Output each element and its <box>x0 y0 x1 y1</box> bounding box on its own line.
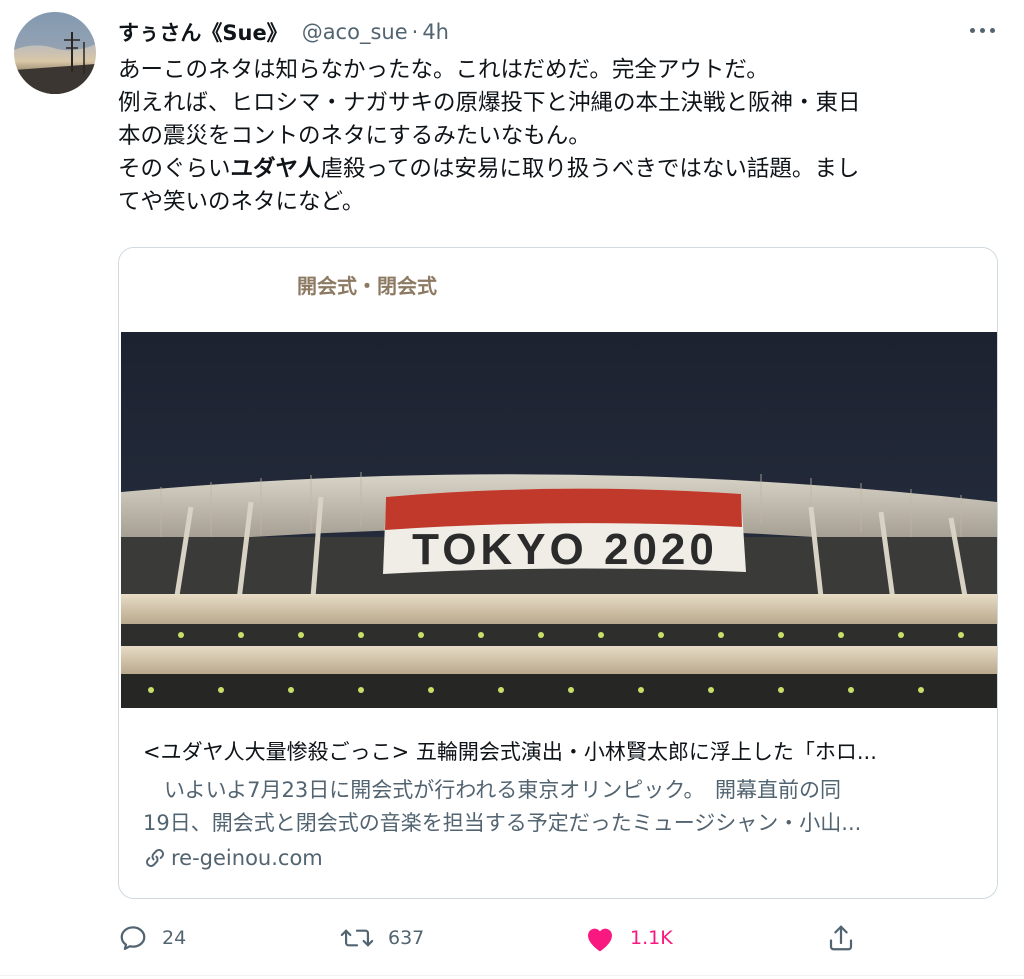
retweet-icon <box>340 929 374 947</box>
divider <box>0 975 1024 976</box>
avatar[interactable] <box>14 12 96 94</box>
card-title: <ユダヤ人大量惨殺ごっこ> 五輪開会式演出・小林賢太郎に浮上した「ホロ... <box>143 740 877 764</box>
like-button[interactable]: 1.1K <box>584 918 673 958</box>
more-icon[interactable] <box>966 24 1000 38</box>
retweet-button[interactable]: 637 <box>340 918 424 958</box>
reply-icon <box>120 926 146 950</box>
action-bar: 24 637 1.1K <box>118 918 878 958</box>
timestamp[interactable]: 4h <box>422 20 449 44</box>
card-description-line: いよいよ7月23日に開会式が行われる東京オリンピック。 開幕直前の同 <box>143 778 842 802</box>
like-icon <box>588 928 612 952</box>
share-icon <box>829 925 853 951</box>
user-handle[interactable]: @aco_sue <box>302 20 408 44</box>
card-domain: re-geinou.com <box>143 846 323 870</box>
tweet-text-bold: ユダヤ人 <box>230 156 321 182</box>
tweet-header: すぅさん《Sue》 @aco_sue · 4h <box>118 16 449 48</box>
card-image: TOKYO 2020 <box>121 332 997 708</box>
card-category: 開会式・閉会式 <box>297 274 437 298</box>
tweet-line: あーこのネタは知らなかったな。これはだめだ。完全アウトだ。 <box>118 57 769 83</box>
separator: · <box>411 20 419 44</box>
link-icon <box>146 849 164 867</box>
banner-text: TOKYO 2020 <box>412 525 718 574</box>
reply-button[interactable]: 24 <box>118 918 186 958</box>
tweet-text-segment: 虐殺ってのは安易に取り扱うべきではない話題。まし <box>320 156 860 182</box>
display-name[interactable]: すぅさん《Sue》 <box>118 17 288 47</box>
like-count: 1.1K <box>630 927 673 949</box>
card-description-line: 19日、開会式と閉会式の音楽を担当する予定だったミュージシャン・小山... <box>143 811 862 835</box>
retweet-count: 637 <box>388 927 425 949</box>
tweet-line: てや笑いのネタになど。 <box>118 189 365 215</box>
tweet-line: 本の震災をコントのネタにするみたいなもん。 <box>118 123 591 149</box>
tweet-line: 例えれば、ヒロシマ・ナガサキの原爆投下と沖縄の本土決戦と阪神・東日 <box>118 90 861 116</box>
card-domain-text: re-geinou.com <box>171 846 323 870</box>
card-image-header: 開会式・閉会式 <box>119 248 997 332</box>
reply-count: 24 <box>162 927 187 949</box>
link-card[interactable]: 開会式・閉会式 TOKYO 2020 <ユダヤ人大量惨殺ごっこ> 五輪開会式演出… <box>118 247 998 899</box>
tweet-text-segment: そのぐらい <box>118 156 231 182</box>
avatar-image <box>14 12 96 94</box>
tweet-text: あーこのネタは知らなかったな。これはだめだ。完全アウトだ。 例えれば、ヒロシマ・… <box>118 54 998 219</box>
tweet-line: そのぐらいユダヤ人虐殺ってのは安易に取り扱うべきではない話題。まし <box>118 153 998 186</box>
card-description: いよいよ7月23日に開会式が行われる東京オリンピック。 開幕直前の同 19日、開… <box>143 774 983 840</box>
share-button[interactable] <box>826 918 870 958</box>
